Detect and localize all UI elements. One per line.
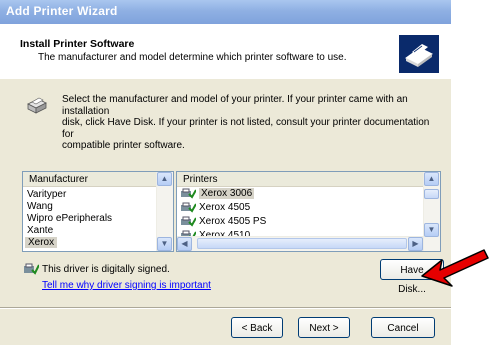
- signed-printer-icon: [181, 188, 196, 199]
- manufacturer-list[interactable]: Manufacturer Varityper Wang Wipro ePerip…: [22, 171, 174, 252]
- title-bar[interactable]: Add Printer Wizard: [0, 0, 451, 24]
- window-title: Add Printer Wizard: [6, 4, 118, 18]
- scroll-up-icon[interactable]: ▲: [424, 172, 439, 186]
- wizard-header: Install Printer Software The manufacture…: [0, 24, 451, 79]
- list-item-selected[interactable]: Xerox: [25, 237, 58, 248]
- intro-text: Select the manufacturer and model of you…: [62, 94, 442, 152]
- header-title: Install Printer Software: [20, 38, 135, 50]
- printers-header-label: Printers: [183, 174, 218, 185]
- intro-line-1: Select the manufacturer and model of you…: [62, 94, 408, 117]
- scroll-left-icon[interactable]: ◀: [177, 237, 192, 251]
- list-item[interactable]: Xerox 4505 PS: [181, 216, 266, 227]
- add-printer-wizard-window: Add Printer Wizard Install Printer Softw…: [0, 0, 451, 345]
- signed-driver-text: This driver is digitally signed.: [42, 264, 170, 275]
- manufacturer-vertical-scrollbar[interactable]: ▲ ▼: [156, 172, 173, 251]
- list-item[interactable]: Wipro ePeripherals: [27, 213, 112, 224]
- scroll-thumb[interactable]: [197, 238, 407, 249]
- red-arrow-icon: [421, 249, 489, 287]
- back-button[interactable]: < Back: [231, 317, 283, 338]
- next-button[interactable]: Next >: [298, 317, 350, 338]
- intro-line-3: compatible printer software.: [62, 140, 185, 151]
- manufacturer-column-header[interactable]: Manufacturer: [23, 172, 156, 187]
- list-item[interactable]: Wang: [27, 201, 53, 212]
- printer-icon: [27, 97, 47, 114]
- printers-vertical-scrollbar[interactable]: ▲ ▼: [423, 172, 440, 251]
- printers-column-header[interactable]: Printers: [177, 172, 423, 187]
- signed-printer-icon: [181, 202, 196, 213]
- header-subtitle: The manufacturer and model determine whi…: [38, 52, 347, 63]
- header-divider: [0, 78, 451, 79]
- list-item[interactable]: Varityper: [27, 189, 66, 200]
- list-item[interactable]: Xante: [27, 225, 53, 236]
- printers-horizontal-scrollbar[interactable]: ◀ ▶: [177, 236, 423, 251]
- manufacturer-header-label: Manufacturer: [29, 174, 88, 185]
- signed-printer-icon: [181, 216, 196, 227]
- signed-driver-icon: [24, 263, 39, 275]
- printer-wizard-icon: [399, 35, 439, 73]
- cancel-button[interactable]: Cancel: [371, 317, 435, 338]
- scroll-down-icon[interactable]: ▼: [424, 223, 439, 237]
- printer-name: Xerox 4505: [199, 202, 251, 213]
- scroll-down-icon[interactable]: ▼: [157, 237, 172, 251]
- list-item[interactable]: Xerox 4505: [181, 202, 250, 213]
- scroll-thumb[interactable]: [424, 189, 439, 199]
- scroll-up-icon[interactable]: ▲: [157, 172, 172, 186]
- printers-list[interactable]: Printers Xerox 3006 Xerox 4505 Xerox 450…: [176, 171, 441, 252]
- footer-divider: [0, 307, 451, 309]
- printer-name: Xerox 3006: [199, 188, 255, 199]
- driver-signing-link[interactable]: Tell me why driver signing is important: [42, 280, 211, 291]
- printer-name: Xerox 4505 PS: [199, 216, 267, 227]
- list-item-selected[interactable]: Xerox 3006: [181, 188, 255, 199]
- intro-line-2: disk, click Have Disk. If your printer i…: [62, 117, 430, 140]
